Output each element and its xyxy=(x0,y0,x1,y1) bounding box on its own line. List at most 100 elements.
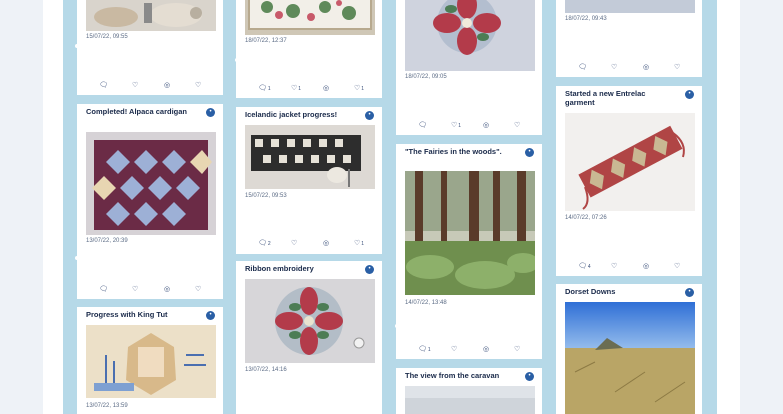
eye-icon[interactable]: ◎ xyxy=(323,239,329,249)
pin-icon[interactable]: ♡ xyxy=(291,239,297,249)
comment-icon[interactable]: 🗨︎1 xyxy=(418,345,431,355)
post-card[interactable]: The view from the caravan • xyxy=(396,368,542,414)
author-avatar[interactable]: • xyxy=(525,148,534,157)
post-actions: 🗨︎ ♡1 ◎ ♡ xyxy=(396,121,542,131)
author-avatar[interactable]: • xyxy=(206,311,215,320)
post-card[interactable]: 15/07/22, 09:55 🗨︎ ♡ ◎ ♡ xyxy=(77,0,223,95)
heart-icon[interactable]: ♡1 xyxy=(354,84,364,94)
dorset-downs-image xyxy=(565,302,695,414)
pin-icon[interactable]: ♡ xyxy=(451,345,457,355)
post-title: Completed! Alpaca cardigan xyxy=(86,107,187,116)
heart-icon[interactable]: ♡ xyxy=(674,262,680,272)
eye-icon[interactable]: ◎ xyxy=(643,63,649,73)
heart-icon[interactable]: ♡ xyxy=(674,63,680,73)
eye-icon[interactable]: ◎ xyxy=(164,81,170,91)
add-post-handle[interactable] xyxy=(75,256,79,260)
post-title: Dorset Downs xyxy=(565,287,616,296)
right-margin xyxy=(740,0,783,414)
comment-icon[interactable]: 🗨︎4 xyxy=(578,262,591,272)
pin-icon[interactable]: ♡1 xyxy=(451,121,461,131)
post-photo-ribbon-embroidery[interactable] xyxy=(405,0,535,71)
post-photo-embroidery[interactable] xyxy=(245,0,375,35)
post-actions: 🗨︎1 ♡ ◎ ♡ xyxy=(396,345,542,355)
post-photo-king-tut[interactable] xyxy=(86,325,216,398)
post-actions: 🗨︎1 ♡1 ◎ ♡1 xyxy=(236,84,382,94)
post-card[interactable]: Progress with King Tut • 13/07/22, 13:59 xyxy=(77,307,223,414)
comment-icon[interactable]: 🗨︎ xyxy=(99,285,108,295)
comment-icon[interactable]: 🗨︎ xyxy=(578,63,587,73)
post-title: The view from the caravan xyxy=(405,371,500,380)
post-photo-caravan-view[interactable] xyxy=(405,386,535,414)
post-card[interactable]: Icelandic jacket progress! • 15/07/22, 0… xyxy=(236,107,382,254)
post-photo-dorset-downs[interactable] xyxy=(565,302,695,414)
post-title: Progress with King Tut xyxy=(86,310,168,319)
post-date: 13/07/22, 20:39 xyxy=(86,238,128,244)
post-actions: 🗨︎ ♡ ◎ ♡ xyxy=(556,63,702,73)
woods-image xyxy=(405,171,535,295)
post-title: Started a new Entrelac garment xyxy=(565,89,646,107)
eye-icon[interactable]: ◎ xyxy=(483,121,489,131)
post-card[interactable]: "The Fairies in the woods". • 14/07/22, … xyxy=(396,144,542,359)
post-photo-woods[interactable] xyxy=(405,171,535,295)
post-card[interactable]: Ribbon embroidery • 13/07/22, 14:16 xyxy=(236,261,382,414)
cardigan-image xyxy=(86,132,216,235)
heart-icon[interactable]: ♡ xyxy=(195,285,201,295)
post-date: 14/07/22, 07:26 xyxy=(565,215,607,221)
heart-icon[interactable]: ♡ xyxy=(195,81,201,91)
author-avatar[interactable]: • xyxy=(365,265,374,274)
add-post-handle[interactable] xyxy=(395,324,399,328)
post-card[interactable]: 18/07/22, 09:05 🗨︎ ♡1 ◎ ♡ xyxy=(396,0,542,135)
post-photo[interactable] xyxy=(565,0,695,13)
heart-icon[interactable]: ♡1 xyxy=(354,239,364,249)
post-photo-yarn[interactable] xyxy=(86,0,216,31)
post-card[interactable]: 18/07/22, 09:43 🗨︎ ♡ ◎ ♡ xyxy=(556,0,702,77)
post-date: 18/07/22, 09:43 xyxy=(565,16,607,22)
comment-icon[interactable]: 🗨︎ xyxy=(99,81,108,91)
ribbon-embroidery-image xyxy=(245,279,375,363)
comment-icon[interactable]: 🗨︎ xyxy=(418,121,427,131)
heart-icon[interactable]: ♡ xyxy=(514,345,520,355)
embroidery-image xyxy=(245,0,375,35)
pin-icon[interactable]: ♡ xyxy=(132,81,138,91)
add-post-handle[interactable] xyxy=(75,44,79,48)
padlet-board: 15/07/22, 09:55 🗨︎ ♡ ◎ ♡ Completed! Alpa… xyxy=(63,0,717,414)
post-date: 15/07/22, 09:55 xyxy=(86,34,128,40)
post-card[interactable]: Started a new Entrelac garment • 14/07/2… xyxy=(556,86,702,276)
eye-icon[interactable]: ◎ xyxy=(323,84,329,94)
post-photo-ribbon-embroidery[interactable] xyxy=(245,279,375,363)
heart-icon[interactable]: ♡ xyxy=(514,121,520,131)
eye-icon[interactable]: ◎ xyxy=(483,345,489,355)
post-card[interactable]: Dorset Downs • xyxy=(556,284,702,414)
embroidery-wreath-image xyxy=(405,0,535,71)
author-avatar[interactable]: • xyxy=(685,90,694,99)
post-image xyxy=(565,0,695,13)
author-avatar[interactable]: • xyxy=(365,111,374,120)
post-date: 13/07/22, 14:16 xyxy=(245,367,287,373)
post-date: 13/07/22, 13:59 xyxy=(86,403,128,409)
comment-icon[interactable]: 🗨︎2 xyxy=(258,239,271,249)
post-actions: 🗨︎ ♡ ◎ ♡ xyxy=(77,81,223,91)
caravan-view-image xyxy=(405,386,535,414)
post-photo-cardigan[interactable] xyxy=(86,132,216,235)
comment-icon[interactable]: 🗨︎1 xyxy=(258,84,271,94)
post-title: Ribbon embroidery xyxy=(245,264,314,273)
add-post-handle[interactable] xyxy=(235,58,239,62)
pin-icon[interactable]: ♡ xyxy=(611,262,617,272)
eye-icon[interactable]: ◎ xyxy=(643,262,649,272)
post-card[interactable]: 18/07/22, 12:37 🗨︎1 ♡1 ◎ ♡1 xyxy=(236,0,382,98)
post-card[interactable]: Completed! Alpaca cardigan • 13/07/22, 2… xyxy=(77,104,223,299)
pin-icon[interactable]: ♡ xyxy=(611,63,617,73)
author-avatar[interactable]: • xyxy=(525,372,534,381)
post-actions: 🗨︎ ♡ ◎ ♡ xyxy=(77,285,223,295)
pin-icon[interactable]: ♡ xyxy=(132,285,138,295)
eye-icon[interactable]: ◎ xyxy=(164,285,170,295)
author-avatar[interactable]: • xyxy=(685,288,694,297)
author-avatar[interactable]: • xyxy=(206,108,215,117)
left-margin xyxy=(0,0,43,414)
post-actions: 🗨︎2 ♡ ◎ ♡1 xyxy=(236,239,382,249)
pin-icon[interactable]: ♡1 xyxy=(291,84,301,94)
post-photo-icelandic-jacket[interactable] xyxy=(245,125,375,189)
post-date: 14/07/22, 13:48 xyxy=(405,300,447,306)
entrelac-image xyxy=(565,113,695,211)
post-photo-entrelac[interactable] xyxy=(565,113,695,211)
